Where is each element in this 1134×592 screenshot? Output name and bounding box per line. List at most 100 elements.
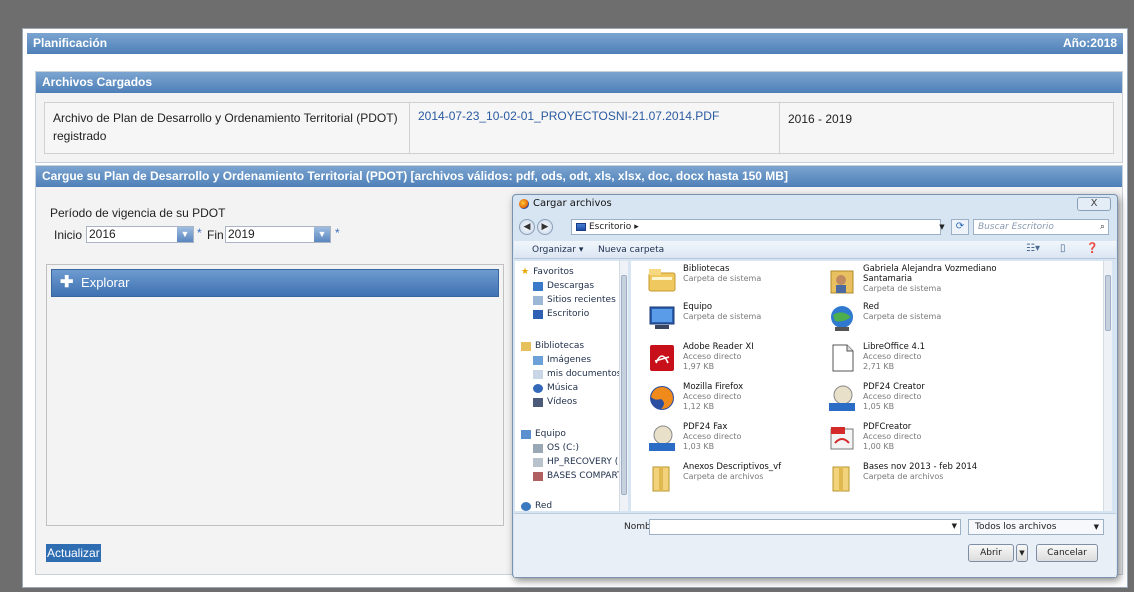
inicio-select[interactable]: 2016 ▼ — [86, 226, 194, 243]
nav-descargas[interactable]: Descargas — [533, 281, 594, 291]
chevron-down-icon: ▼ — [1093, 523, 1099, 531]
file-item[interactable]: PDF24 Creator Acceso directo 1,05 KB — [817, 381, 1047, 419]
nav-favorites[interactable]: ★ Favoritos — [521, 267, 574, 277]
nav-bases-compart[interactable]: BASES COMPART — [533, 471, 623, 481]
actualizar-button[interactable]: Actualizar — [46, 544, 101, 562]
upload-title: Cargue su Plan de Desarrollo y Ordenamie… — [42, 169, 788, 183]
chevron-down-icon: ▼ — [939, 223, 945, 231]
nav-equipo[interactable]: Equipo — [521, 429, 566, 439]
nav-bibliotecas[interactable]: Bibliotecas — [521, 341, 584, 351]
library-icon — [521, 341, 531, 351]
inicio-value: 2016 — [89, 227, 116, 241]
file-item[interactable]: PDFCreator Acceso directo 1,00 KB — [817, 421, 1047, 459]
computer-icon — [521, 429, 531, 439]
network-icon — [831, 306, 853, 331]
back-button[interactable]: ◀ — [519, 219, 535, 235]
pdf24-fax-icon — [649, 425, 675, 451]
cancel-label: Cancelar — [1047, 548, 1087, 558]
required-mark: * — [197, 226, 202, 240]
nav-scrollbar[interactable] — [619, 261, 628, 511]
year-label: Año:2018 — [1062, 36, 1117, 50]
preview-pane-icon[interactable]: ▯ — [1060, 243, 1066, 254]
back-arrow-icon: ◀ — [523, 222, 531, 232]
fin-value: 2019 — [228, 227, 255, 241]
required-mark: * — [335, 226, 340, 240]
archivos-cargados-title: Archivos Cargados — [42, 75, 153, 89]
filename-input[interactable]: ▼ — [649, 519, 961, 535]
computer-icon — [649, 306, 675, 329]
address-text: Escritorio — [589, 222, 632, 232]
dialog-toolbar: Organizar ▾ Nueva carpeta ☷▾ ▯ ❓ — [514, 241, 1116, 259]
file-item[interactable]: Bases nov 2013 - feb 2014 Carpeta de arc… — [817, 461, 1047, 499]
open-label: Abrir — [980, 548, 1002, 558]
address-dropdown-button[interactable]: ▼ — [933, 219, 951, 235]
file-item[interactable]: Gabriela Alejandra Vozmediano Santamaria… — [817, 263, 1047, 301]
pdfcreator-icon — [830, 427, 854, 450]
view-options-icon[interactable]: ☷▾ — [1026, 243, 1040, 254]
nav-drive-c[interactable]: OS (C:) — [533, 443, 579, 453]
file-list-scrollbar[interactable] — [1103, 261, 1112, 511]
file-item[interactable]: Red Carpeta de sistema — [817, 301, 1047, 339]
open-dropdown-button[interactable]: ▼ — [1016, 544, 1028, 562]
chevron-down-icon: ▼ — [951, 522, 957, 530]
folder-icon — [832, 466, 850, 492]
nav-videos[interactable]: Vídeos — [533, 397, 577, 407]
music-icon — [533, 383, 543, 393]
upload-area: ✚ Explorar — [46, 264, 504, 526]
chevron-down-icon: ▼ — [314, 227, 330, 242]
nav-mis-documentos[interactable]: mis documentos — [533, 369, 621, 379]
close-button[interactable]: X — [1077, 197, 1111, 211]
address-row: ◀ ▶ Escritorio ▸ ▼ ⟳ Buscar Escritorio ⌕ — [519, 217, 1111, 237]
help-icon[interactable]: ❓ — [1086, 243, 1098, 254]
scrollbar-thumb[interactable] — [1105, 275, 1111, 331]
new-folder-button[interactable]: Nueva carpeta — [598, 245, 664, 255]
filetype-select[interactable]: Todos los archivos ▼ — [968, 519, 1104, 535]
open-button[interactable]: Abrir — [968, 544, 1014, 562]
explorar-button[interactable]: ✚ Explorar — [51, 269, 499, 297]
close-icon: X — [1090, 198, 1098, 209]
period-label: Período de vigencia de su PDOT — [50, 206, 226, 220]
address-bar[interactable]: Escritorio ▸ — [571, 219, 941, 235]
scrollbar-thumb[interactable] — [621, 275, 627, 495]
drive-icon — [533, 457, 543, 467]
folder-icon — [652, 466, 670, 492]
planificacion-header: Planificación Año:2018 — [27, 33, 1123, 54]
archivos-cargados-header: Archivos Cargados — [36, 72, 1122, 93]
pictures-icon — [533, 355, 543, 365]
loaded-file-link[interactable]: 2014-07-23_10-02-01_PROYECTOSNI-21.07.20… — [410, 103, 780, 153]
dialog-footer: Nombre: ▼ Todos los archivos ▼ Abrir ▼ C… — [514, 513, 1116, 577]
organize-menu[interactable]: Organizar ▾ — [532, 245, 583, 255]
nav-sitios-recientes[interactable]: Sitios recientes — [533, 295, 616, 305]
inicio-label: Inicio — [54, 228, 83, 242]
address-arrow: ▸ — [634, 222, 639, 232]
dialog-titlebar: Cargar archivos — [519, 198, 612, 209]
downloads-icon — [533, 281, 543, 291]
nav-imagenes[interactable]: Imágenes — [533, 355, 591, 365]
plus-icon: ✚ — [60, 274, 74, 291]
nav-escritorio[interactable]: Escritorio — [533, 309, 589, 319]
drive-icon — [533, 443, 543, 453]
firefox-icon — [650, 386, 674, 410]
nav-red[interactable]: Red — [521, 501, 552, 511]
cancel-button[interactable]: Cancelar — [1036, 544, 1098, 562]
library-icon — [648, 269, 676, 292]
adobe-reader-icon — [650, 345, 674, 371]
user-folder-icon — [830, 270, 854, 294]
forward-arrow-icon: ▶ — [541, 222, 549, 232]
pdf24-creator-icon — [829, 385, 855, 411]
fin-label: Fin — [207, 228, 224, 242]
refresh-icon: ⟳ — [955, 221, 965, 232]
refresh-button[interactable]: ⟳ — [951, 219, 969, 235]
nav-musica[interactable]: Música — [533, 383, 578, 393]
file-item[interactable]: LibreOffice 4.1 Acceso directo 2,71 KB — [817, 341, 1047, 379]
search-input[interactable]: Buscar Escritorio ⌕ — [973, 219, 1109, 235]
file-period: 2016 - 2019 — [788, 112, 853, 126]
filetype-value: Todos los archivos — [975, 522, 1057, 532]
nav-drive-d[interactable]: HP_RECOVERY (D: — [533, 457, 626, 467]
network-icon — [521, 501, 531, 511]
forward-button[interactable]: ▶ — [537, 219, 553, 235]
fin-select[interactable]: 2019 ▼ — [225, 226, 331, 243]
chevron-down-icon: ▼ — [177, 227, 193, 242]
recent-places-icon — [533, 295, 543, 305]
file-description: Archivo de Plan de Desarrollo y Ordenami… — [45, 103, 410, 153]
